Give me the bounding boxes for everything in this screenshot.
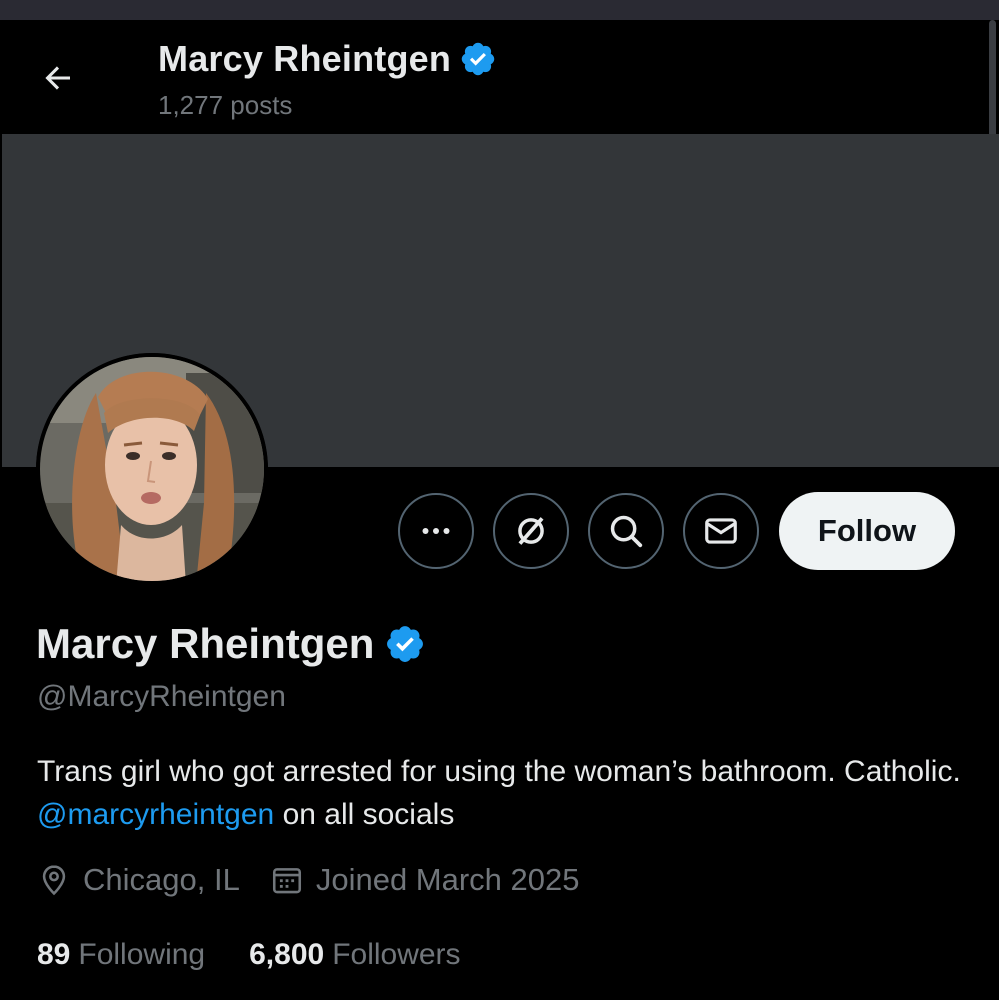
header-name: Marcy Rheintgen xyxy=(158,38,452,79)
verified-badge-icon[interactable] xyxy=(384,623,426,665)
bio-text: Trans girl who got arrested for using th… xyxy=(37,755,961,788)
calendar-icon xyxy=(270,863,304,897)
grok-button[interactable] xyxy=(493,493,569,569)
header-title: Marcy Rheintgen xyxy=(158,38,497,80)
profile-header: Marcy Rheintgen 1,277 posts xyxy=(0,20,999,134)
verified-badge-icon xyxy=(461,42,495,76)
profile-meta: Chicago, IL Joined March 2025 xyxy=(37,862,610,898)
follow-button[interactable]: Follow xyxy=(779,492,955,570)
profile-name-row: Marcy Rheintgen xyxy=(36,620,426,668)
followers-label: Followers xyxy=(332,938,461,971)
bio-mention-link[interactable]: @marcyrheintgen xyxy=(37,798,274,831)
more-horizontal-icon xyxy=(422,528,450,534)
search-button[interactable] xyxy=(588,493,664,569)
arrow-left-icon xyxy=(45,66,70,90)
profile-page: Marcy Rheintgen 1,277 posts Follow Marcy… xyxy=(0,0,999,1000)
followers-count: 6,800 xyxy=(249,938,325,971)
location-pin-icon xyxy=(37,863,71,897)
avatar[interactable] xyxy=(36,353,268,585)
following-count: 89 xyxy=(37,938,71,971)
location: Chicago, IL xyxy=(37,862,240,898)
message-button[interactable] xyxy=(683,493,759,569)
profile-name: Marcy Rheintgen xyxy=(36,620,375,667)
profile-bio: Trans girl who got arrested for using th… xyxy=(37,750,977,836)
join-date: Joined March 2025 xyxy=(270,862,580,898)
profile-handle: @MarcyRheintgen xyxy=(37,680,286,713)
post-count: 1,277 posts xyxy=(158,90,293,120)
profile-stats: 89 Following 6,800 Followers xyxy=(37,938,505,972)
following-link[interactable]: 89 Following xyxy=(37,938,205,972)
back-button[interactable] xyxy=(34,54,82,102)
status-strip xyxy=(0,0,999,20)
bio-suffix: on all socials xyxy=(282,798,455,831)
more-button[interactable] xyxy=(398,493,474,569)
mail-icon xyxy=(705,518,737,544)
following-label: Following xyxy=(78,938,206,971)
grok-icon xyxy=(518,517,544,545)
join-date-text: Joined March 2025 xyxy=(315,862,580,897)
profile-actions: Follow xyxy=(398,492,955,570)
followers-link[interactable]: 6,800 Followers xyxy=(249,938,460,972)
search-icon xyxy=(610,515,643,548)
location-text: Chicago, IL xyxy=(83,862,240,897)
